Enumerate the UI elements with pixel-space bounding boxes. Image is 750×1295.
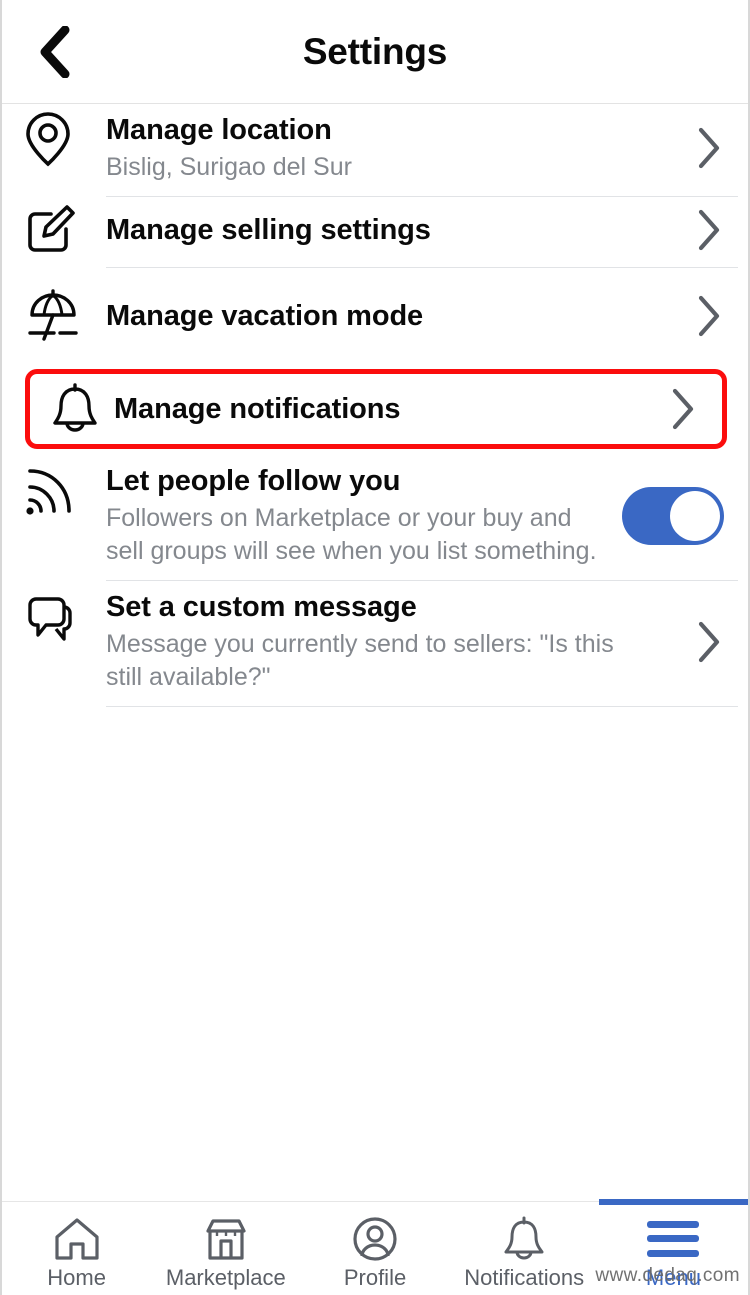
edit-square-icon xyxy=(24,197,106,255)
home-icon xyxy=(54,1215,100,1263)
back-button[interactable] xyxy=(26,24,82,80)
settings-row-let-people-follow-you[interactable]: Let people follow you Followers on Marke… xyxy=(2,455,748,582)
settings-list: Manage location Bislig, Surigao del Sur xyxy=(2,104,748,708)
row-title: Manage vacation mode xyxy=(106,299,424,332)
settings-row-manage-notifications[interactable]: Manage notifications xyxy=(25,369,727,450)
chevron-right-icon[interactable] xyxy=(686,207,732,253)
row-subtitle: Followers on Marketplace or your buy and… xyxy=(106,504,597,566)
settings-row-manage-vacation-mode[interactable]: Manage vacation mode xyxy=(2,283,748,369)
nav-label: Marketplace xyxy=(165,1264,286,1290)
chevron-right-icon[interactable] xyxy=(686,619,732,665)
row-subtitle: Message you currently send to sellers: "… xyxy=(106,630,614,692)
chevron-right-icon[interactable] xyxy=(686,125,732,171)
chat-bubbles-icon xyxy=(24,581,106,645)
beach-umbrella-icon xyxy=(24,283,106,345)
bottom-navigation-bar: Home Marketplace Profile Notifications M… xyxy=(2,1199,749,1295)
row-title: Let people follow you xyxy=(106,465,401,498)
let-people-follow-you-toggle[interactable] xyxy=(622,486,724,545)
row-title: Manage location xyxy=(106,114,332,146)
nav-item-profile[interactable]: Profile xyxy=(300,1202,449,1295)
chevron-left-icon xyxy=(37,25,71,78)
settings-row-set-a-custom-message[interactable]: Set a custom message Message you current… xyxy=(2,581,748,708)
nav-label: Notifications xyxy=(464,1264,585,1290)
row-title: Manage notifications xyxy=(114,392,401,425)
nav-label: Home xyxy=(47,1264,106,1290)
location-pin-icon xyxy=(24,104,106,168)
phone-screen: Settings Manage location Bislig, Surigao… xyxy=(0,0,750,1295)
nav-item-home[interactable]: Home xyxy=(2,1202,151,1295)
toggle-knob xyxy=(670,490,720,541)
row-title: Manage selling settings xyxy=(106,213,431,246)
row-subtitle: Bislig, Surigao del Sur xyxy=(106,153,352,182)
profile-circle-icon xyxy=(352,1215,398,1263)
hamburger-icon xyxy=(647,1215,700,1263)
chevron-right-icon[interactable] xyxy=(686,293,732,339)
nav-label: Profile xyxy=(343,1264,407,1290)
row-title: Set a custom message xyxy=(106,591,417,624)
storefront-icon xyxy=(203,1215,249,1263)
nav-item-marketplace[interactable]: Marketplace xyxy=(151,1202,300,1295)
app-header: Settings xyxy=(2,0,748,104)
bell-icon xyxy=(30,382,114,436)
page-title: Settings xyxy=(302,30,448,72)
chevron-right-icon[interactable] xyxy=(660,386,706,432)
row-divider xyxy=(106,267,738,269)
rss-follow-icon xyxy=(24,455,106,519)
settings-row-manage-location[interactable]: Manage location Bislig, Surigao del Sur xyxy=(2,104,748,198)
bell-icon xyxy=(503,1215,545,1263)
row-divider xyxy=(106,706,738,708)
nav-item-menu[interactable]: Menu xyxy=(598,1199,749,1295)
nav-item-notifications[interactable]: Notifications xyxy=(450,1202,599,1295)
settings-row-manage-selling-settings[interactable]: Manage selling settings xyxy=(2,197,748,283)
nav-label: Menu xyxy=(645,1264,701,1290)
